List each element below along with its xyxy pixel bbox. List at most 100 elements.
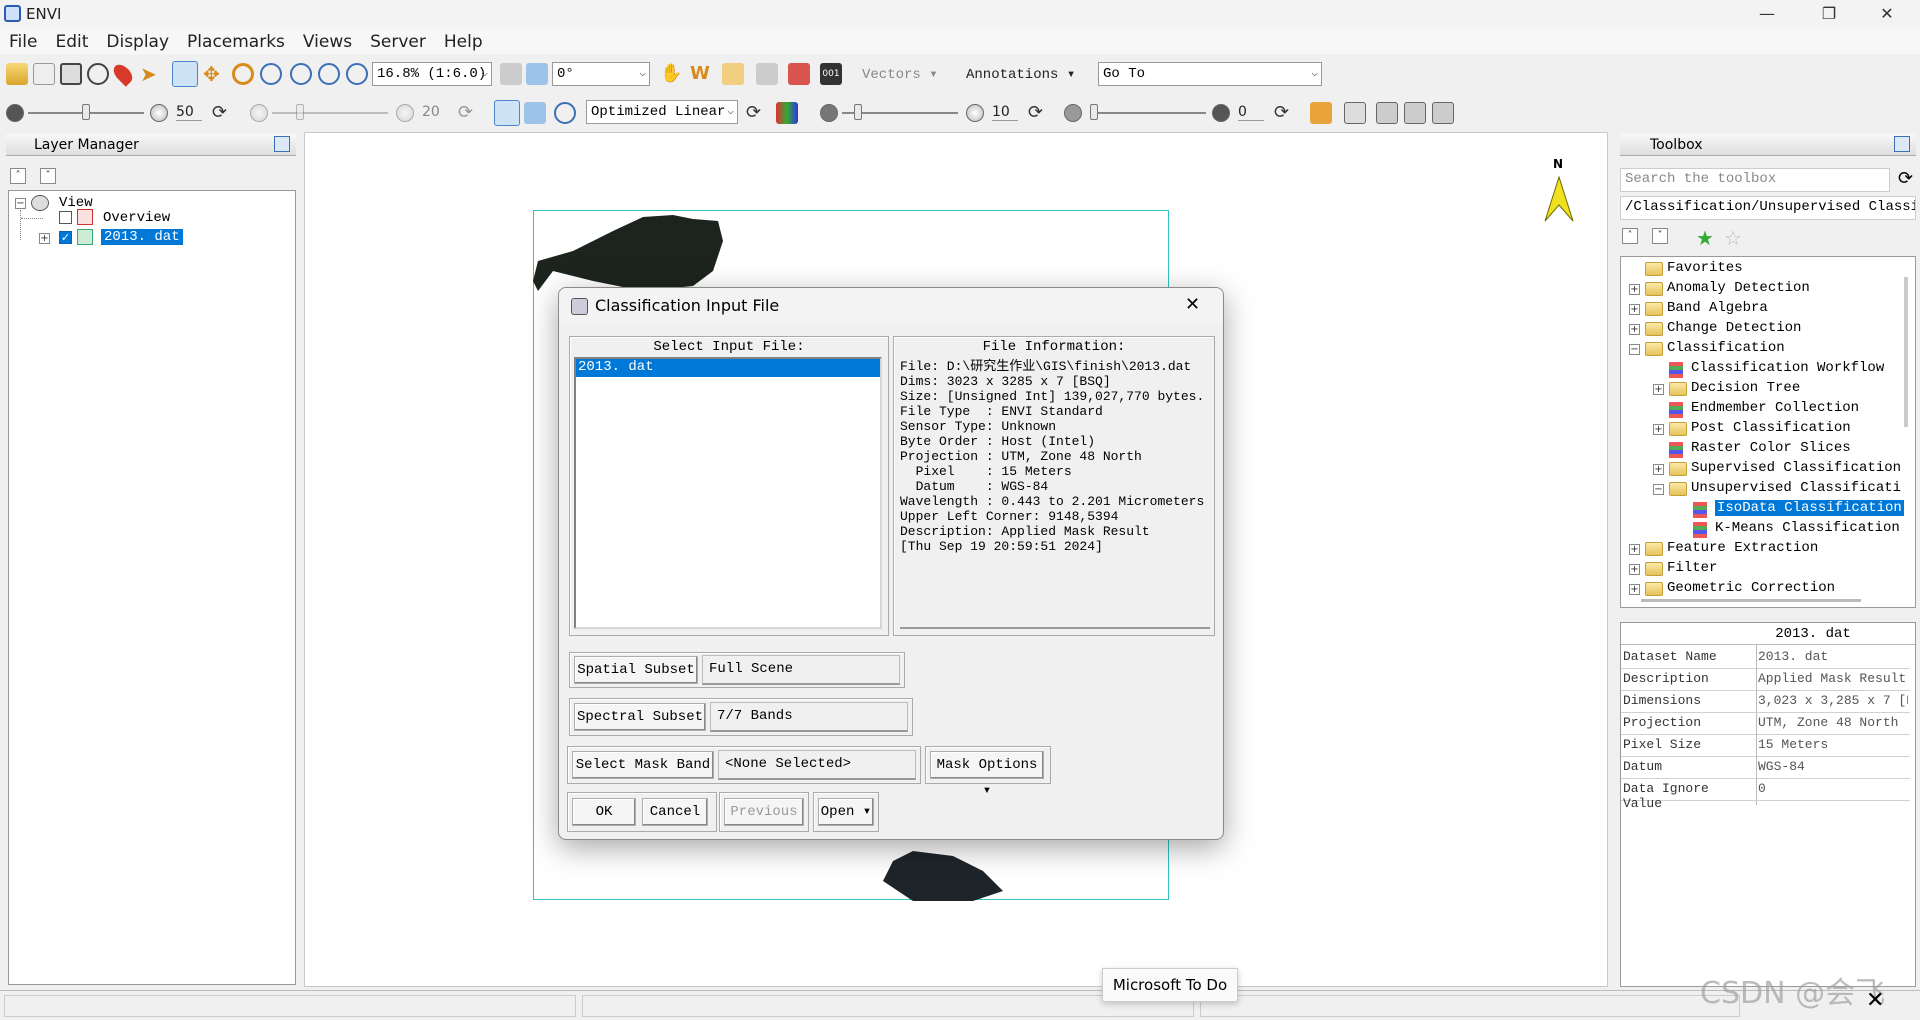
flicker-icon[interactable] <box>1404 102 1426 124</box>
remove-favorite-icon[interactable]: ☆ <box>1724 226 1742 250</box>
toolbox-item[interactable]: + Supervised Classification <box>1621 459 1911 479</box>
contrast-slider[interactable] <box>272 112 388 114</box>
dock-icon[interactable] <box>274 136 290 152</box>
toolbox-item-label[interactable]: Endmember Collection <box>1691 400 1859 416</box>
expand-icon[interactable]: + <box>1653 424 1664 435</box>
transparency-value[interactable]: 0 <box>1238 104 1264 121</box>
annotations-menu[interactable]: Annotations ▾ <box>966 66 1075 83</box>
dialog-close-icon[interactable]: ✕ <box>1185 294 1200 315</box>
add-favorite-icon[interactable]: ★ <box>1696 226 1714 250</box>
rotation-combo[interactable]: 0° ⌵ <box>552 62 650 86</box>
portal-icon[interactable] <box>756 63 778 85</box>
toolbox-item-label[interactable]: Feature Extraction <box>1667 540 1818 556</box>
menu-views[interactable]: Views <box>294 28 361 54</box>
toolbox-item-label[interactable]: Anomaly Detection <box>1667 280 1810 296</box>
toolbox-item-label[interactable]: Supervised Classification <box>1691 460 1901 476</box>
toolbox-item[interactable]: Raster Color Slices <box>1621 439 1911 459</box>
reset-brightness-icon[interactable]: ⟳ <box>212 102 234 124</box>
pan-hand-icon[interactable] <box>172 61 198 87</box>
transparency-thumb[interactable] <box>1090 104 1098 120</box>
rotate-right-icon[interactable] <box>526 63 548 85</box>
refresh-icon[interactable]: ⟳ <box>1898 168 1913 189</box>
expand-icon[interactable]: + <box>1653 464 1664 475</box>
layer-dataset-label[interactable]: 2013. dat <box>101 229 183 245</box>
expand-icon[interactable]: + <box>1653 384 1664 395</box>
open-button[interactable]: Open ▾ <box>818 798 874 826</box>
blend-icon[interactable] <box>1376 102 1398 124</box>
toolbox-item-label[interactable]: Classification <box>1667 340 1785 356</box>
stretch-view-icon[interactable] <box>494 100 520 126</box>
toolbox-item-label[interactable]: Post Classification <box>1691 420 1851 436</box>
toolbox-item[interactable]: + Filter <box>1621 559 1911 579</box>
dataset-checkbox[interactable]: ✓ <box>59 231 72 244</box>
previous-button[interactable]: Previous <box>724 798 804 826</box>
layer-overview-label[interactable]: Overview <box>103 210 170 226</box>
zoom-combo[interactable]: 16.8% (1:6.0) ⌵ <box>372 62 492 86</box>
zoom-in-icon[interactable] <box>290 63 312 85</box>
goto-combo[interactable]: Go To ⌵ <box>1098 62 1322 86</box>
menu-edit[interactable]: Edit <box>46 28 97 54</box>
fly-icon[interactable]: ✥ <box>203 63 225 85</box>
toolbox-item[interactable]: + Change Detection <box>1621 319 1911 339</box>
toolbox-item-label[interactable]: Favorites <box>1667 260 1743 276</box>
toolbox-item[interactable]: − Unsupervised Classificati <box>1621 479 1911 499</box>
zoom-icon[interactable] <box>260 63 282 85</box>
menu-server[interactable]: Server <box>361 28 435 54</box>
reset-sharpen-icon[interactable]: ⟳ <box>1028 102 1050 124</box>
vectors-menu[interactable]: Vectors ▾ <box>862 66 938 83</box>
collapse-all-icon[interactable]: ˄ <box>1622 228 1638 244</box>
toolbox-item-label[interactable]: Classification Workflow <box>1691 360 1884 376</box>
swipe-icon[interactable] <box>1432 102 1454 124</box>
collapse-view-icon[interactable]: − <box>15 198 26 209</box>
toolbox-item[interactable]: + Anomaly Detection <box>1621 279 1911 299</box>
toolbox-item-label[interactable]: Geometric Correction <box>1667 580 1835 596</box>
menu-help[interactable]: Help <box>435 28 492 54</box>
rotate-icon[interactable] <box>232 63 254 85</box>
stretch-full-icon[interactable] <box>554 102 576 124</box>
minimize-icon[interactable]: — <box>1744 0 1790 28</box>
reset-contrast-icon[interactable]: ⟳ <box>458 102 480 124</box>
contrast-thumb[interactable] <box>296 104 304 120</box>
expand-dataset-icon[interactable]: + <box>39 233 50 244</box>
close-icon[interactable]: ✕ <box>1864 0 1910 28</box>
brightness-thumb[interactable] <box>82 104 90 120</box>
toolbox-item-label[interactable]: Filter <box>1667 560 1717 576</box>
mask-options-button[interactable]: Mask Options ▾ <box>930 751 1044 799</box>
toolbox-item[interactable]: − Classification <box>1621 339 1911 359</box>
toolbox-item[interactable]: + Decision Tree <box>1621 379 1911 399</box>
display-icon[interactable] <box>60 63 82 85</box>
toolbox-item-label[interactable]: Unsupervised Classificati <box>1691 480 1901 496</box>
spatial-subset-button[interactable]: Spatial Subset <box>574 656 698 684</box>
toolbox-item[interactable]: K-Means Classification <box>1621 519 1911 539</box>
toolbox-item-label[interactable]: K-Means Classification <box>1715 520 1900 536</box>
toolbox-search-input[interactable]: Search the toolbox <box>1620 168 1890 192</box>
zoom-fit-icon[interactable] <box>346 63 368 85</box>
restore-icon[interactable]: ❐ <box>1806 0 1852 28</box>
spectral-subset-button[interactable]: Spectral Subset <box>574 703 706 731</box>
zoom-out-icon[interactable] <box>318 63 340 85</box>
contrast-value[interactable]: 20 <box>422 104 440 120</box>
tree-hscrollbar[interactable] <box>1641 599 1861 602</box>
reset-stretch-icon[interactable]: ⟳ <box>746 102 768 124</box>
cancel-button[interactable]: Cancel <box>642 798 708 826</box>
toolbox-item-label[interactable]: IsoData Classification <box>1715 500 1904 516</box>
crosshair-icon[interactable] <box>87 63 109 85</box>
select-cursor-icon[interactable]: ➤ <box>140 63 162 85</box>
menu-file[interactable]: File <box>0 28 46 54</box>
toolbox-item[interactable]: + Feature Extraction <box>1621 539 1911 559</box>
expand-icon[interactable]: + <box>1629 544 1640 555</box>
toolbox-item-label[interactable]: Raster Color Slices <box>1691 440 1851 456</box>
sharpen-thumb[interactable] <box>854 104 862 120</box>
dock-icon[interactable] <box>1894 136 1910 152</box>
toolbox-item[interactable]: Endmember Collection <box>1621 399 1911 419</box>
file-list-item[interactable]: 2013. dat <box>576 359 880 377</box>
menu-display[interactable]: Display <box>97 28 178 54</box>
reset-transparency-icon[interactable]: ⟳ <box>1274 102 1296 124</box>
view-layout-icon[interactable] <box>1344 102 1366 124</box>
tree-scrollbar[interactable] <box>1904 277 1908 427</box>
expand-all-icon[interactable]: ˅ <box>40 168 56 184</box>
measure-icon[interactable] <box>722 63 744 85</box>
select-mask-band-button[interactable]: Select Mask Band <box>572 751 714 779</box>
histogram-icon[interactable] <box>776 102 798 124</box>
toolbox-item-label[interactable]: Decision Tree <box>1691 380 1800 396</box>
